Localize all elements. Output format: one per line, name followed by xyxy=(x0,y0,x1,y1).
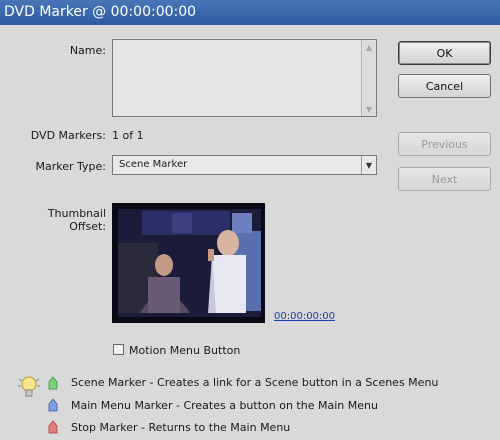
legend-stop-marker: Stop Marker - Returns to the Main Menu xyxy=(71,421,291,434)
red-marker-icon xyxy=(48,420,58,434)
thumbnail-scene-icon xyxy=(112,203,265,323)
name-field[interactable]: ▲ ▼ xyxy=(112,39,377,117)
cancel-button[interactable]: Cancel xyxy=(398,74,491,98)
lightbulb-icon xyxy=(18,373,40,401)
green-marker-icon xyxy=(48,376,58,390)
dvd-markers-count: 1 of 1 xyxy=(112,129,144,142)
motion-menu-label: Motion Menu Button xyxy=(129,344,241,357)
ok-button[interactable]: OK xyxy=(398,41,491,65)
legend-scene-marker: Scene Marker - Creates a link for a Scen… xyxy=(71,376,439,389)
thumbnail-offset-label: Thumbnail Offset: xyxy=(47,207,106,233)
legend-main-menu-marker: Main Menu Marker - Creates a button on t… xyxy=(71,399,378,412)
motion-menu-checkbox[interactable] xyxy=(113,344,124,355)
thumbnail-timecode-link[interactable]: 00:00:00:00 xyxy=(274,311,335,322)
blue-marker-icon xyxy=(48,398,58,412)
marker-type-value: Scene Marker xyxy=(119,159,188,170)
chevron-down-icon[interactable]: ▼ xyxy=(361,156,376,174)
dvd-markers-label: DVD Markers: xyxy=(30,129,106,142)
scroll-down-icon[interactable]: ▼ xyxy=(362,102,376,116)
window-title: DVD Marker @ 00:00:00:00 xyxy=(0,0,500,25)
name-field-scrollbar[interactable]: ▲ ▼ xyxy=(361,40,376,116)
thumbnail-image xyxy=(112,203,265,323)
marker-type-select[interactable]: Scene Marker ▼ xyxy=(112,155,377,175)
next-button[interactable]: Next xyxy=(398,167,491,191)
name-label: Name: xyxy=(69,44,106,57)
scroll-up-icon[interactable]: ▲ xyxy=(362,40,376,54)
marker-type-label: Marker Type: xyxy=(35,160,107,173)
previous-button[interactable]: Previous xyxy=(398,132,491,156)
